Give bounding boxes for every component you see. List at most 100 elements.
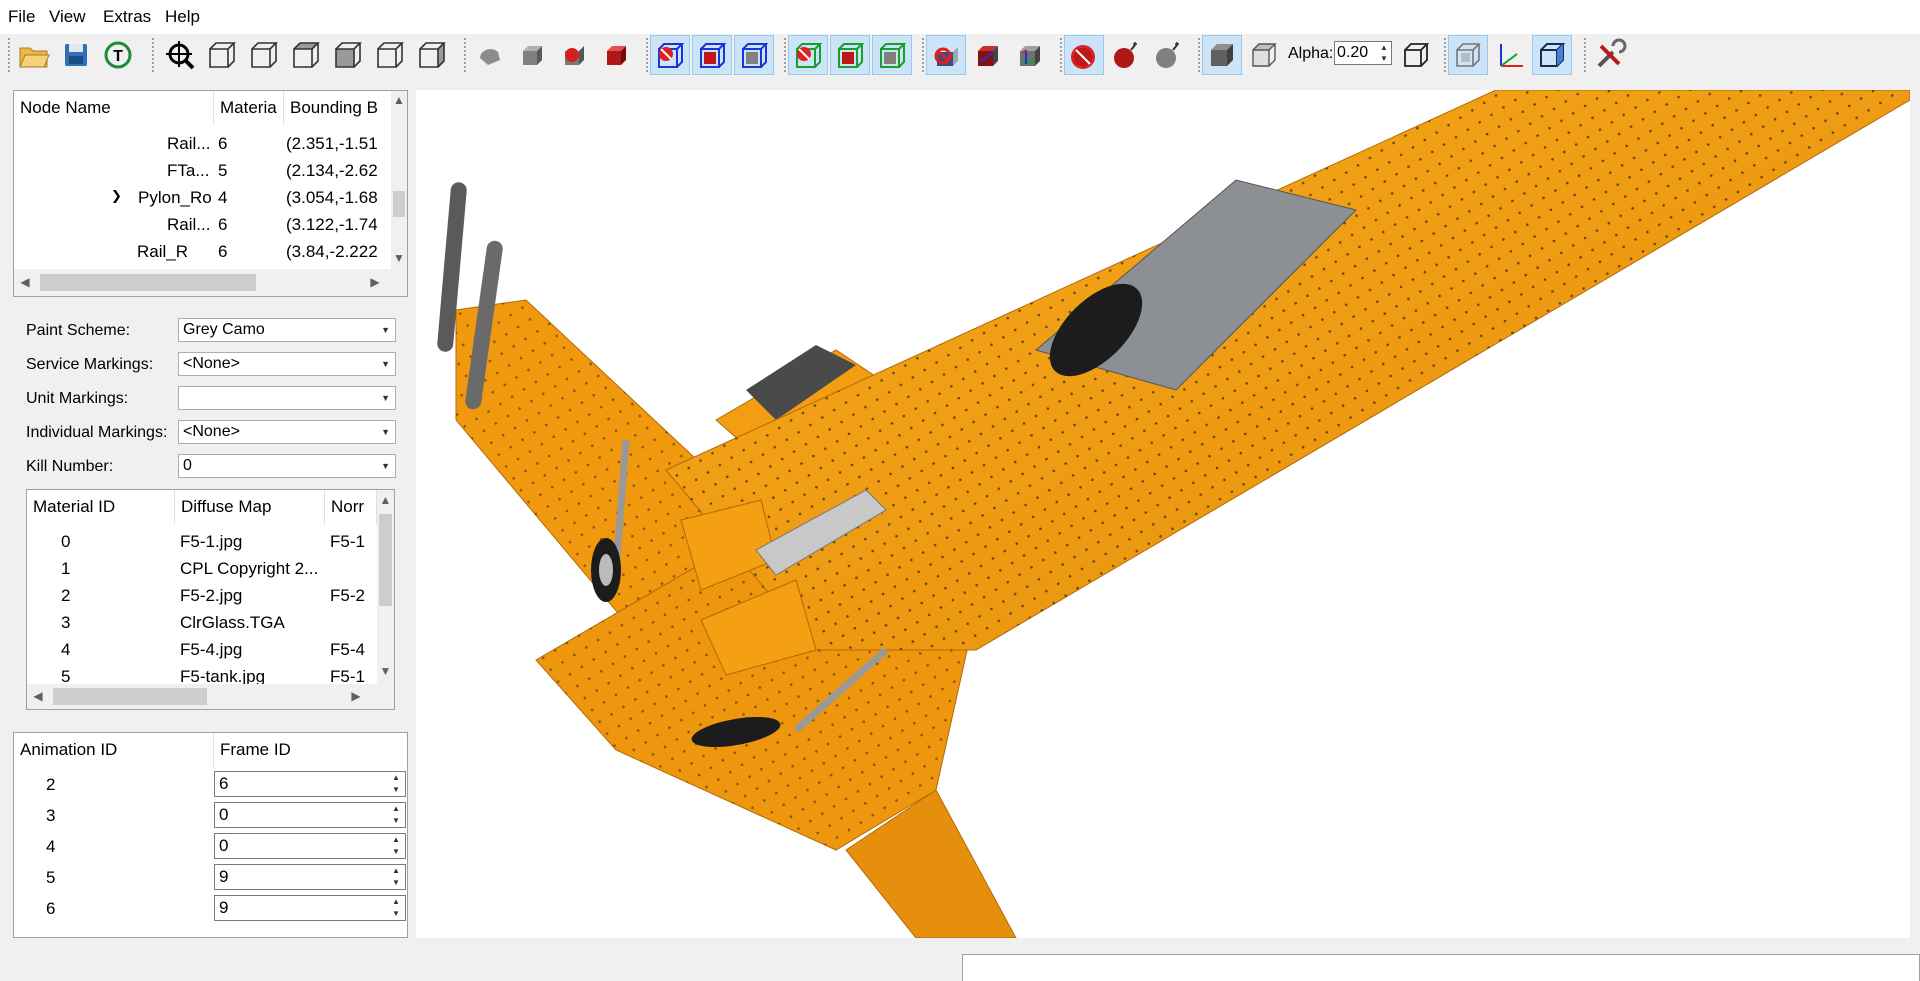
chevron-down-icon[interactable]: ❯	[111, 188, 122, 204]
view-cube-5-icon	[377, 42, 404, 68]
refresh-button[interactable]: T	[98, 35, 138, 75]
column-header-diffuse-map[interactable]: Diffuse Map	[175, 490, 325, 524]
scrollbar-thumb[interactable]	[40, 274, 256, 291]
column-header-node-name[interactable]: Node Name	[14, 91, 214, 125]
axes-button[interactable]	[1490, 35, 1530, 75]
view-top-button[interactable]	[370, 35, 410, 75]
scrollbar-thumb[interactable]	[379, 514, 392, 606]
open-button[interactable]	[14, 35, 54, 75]
spin-down-icon[interactable]: ▼	[387, 815, 405, 827]
solid-cube-button[interactable]	[1202, 35, 1242, 75]
frame-id-value[interactable]: 9	[219, 898, 228, 917]
red-box-button[interactable]	[968, 35, 1008, 75]
individual-markings-select[interactable]: <None> ▼	[178, 420, 396, 444]
node-material-cell: 5	[218, 161, 228, 180]
scroll-left-icon[interactable]: ◀	[18, 275, 32, 289]
box-select-button[interactable]	[1448, 35, 1488, 75]
tools-button[interactable]	[1590, 35, 1630, 75]
frame-id-value[interactable]: 0	[219, 805, 228, 824]
paint-scheme-value: Grey Camo	[183, 321, 265, 338]
unit-markings-select[interactable]: ▼	[178, 386, 396, 410]
view-left-button[interactable]	[286, 35, 326, 75]
view-right-button[interactable]	[328, 35, 368, 75]
scroll-down-icon[interactable]: ▼	[377, 664, 394, 678]
scrollbar-thumb[interactable]	[53, 688, 207, 705]
spin-up-icon[interactable]: ▲	[387, 896, 405, 908]
frame-id-spinbox[interactable]: 6 ▲ ▼	[214, 771, 406, 797]
scroll-right-icon[interactable]: ▶	[368, 275, 382, 289]
bomb-off-icon	[1071, 45, 1095, 69]
blue-cube-grey-button[interactable]	[734, 35, 774, 75]
frame-id-value[interactable]: 0	[219, 836, 228, 855]
menu-help[interactable]: Help	[165, 7, 200, 27]
green-cube-red-button[interactable]	[830, 35, 870, 75]
view-bottom-button[interactable]	[412, 35, 452, 75]
bomb-red-button[interactable]	[1106, 35, 1146, 75]
column-header-normal-map[interactable]: Norr	[325, 490, 377, 524]
scroll-down-icon[interactable]: ▼	[391, 251, 407, 265]
outline-cube-button[interactable]	[1396, 35, 1436, 75]
spin-up-icon[interactable]: ▲	[387, 803, 405, 815]
grey-cube-button[interactable]	[512, 35, 552, 75]
column-header-material[interactable]: Materia	[214, 91, 284, 125]
frame-id-spinbox[interactable]: 9 ▲ ▼	[214, 895, 406, 921]
menu-file[interactable]: File	[8, 7, 35, 27]
3d-viewport[interactable]	[416, 90, 1910, 938]
blue-cube-off-button[interactable]	[650, 35, 690, 75]
kill-number-select[interactable]: 0 ▼	[178, 454, 396, 478]
spin-down-icon[interactable]: ▼	[387, 846, 405, 858]
texture-off-button[interactable]	[926, 35, 966, 75]
service-markings-select[interactable]: <None> ▼	[178, 352, 396, 376]
spin-down-icon[interactable]: ▼	[1377, 53, 1391, 64]
vertical-scrollbar[interactable]: ▲ ▼	[391, 91, 407, 269]
scroll-up-icon[interactable]: ▲	[391, 93, 407, 107]
column-header-animation-id[interactable]: Animation ID	[14, 733, 214, 767]
node-tree[interactable]: Node Name Materia Bounding B Rail... 6 (…	[13, 90, 408, 297]
scroll-up-icon[interactable]: ▲	[377, 493, 394, 507]
red-shape-button[interactable]	[554, 35, 594, 75]
horizontal-scrollbar[interactable]: ◀ ▶	[14, 269, 407, 296]
wire-cube-button[interactable]	[1244, 35, 1284, 75]
alpha-spin-arrows[interactable]: ▲ ▼	[1377, 42, 1391, 64]
spin-down-icon[interactable]: ▼	[387, 877, 405, 889]
spin-up-icon[interactable]: ▲	[1377, 42, 1391, 53]
menu-extras[interactable]: Extras	[103, 7, 151, 27]
spin-up-icon[interactable]: ▲	[387, 834, 405, 846]
materials-table[interactable]: Material ID Diffuse Map Norr 0 F5-1.jpg …	[26, 489, 395, 710]
scroll-left-icon[interactable]: ◀	[31, 689, 45, 703]
alpha-input[interactable]	[1335, 42, 1379, 64]
green-cube-off-button[interactable]	[788, 35, 828, 75]
view-front-button[interactable]	[202, 35, 242, 75]
grey-box-button[interactable]	[1010, 35, 1050, 75]
spin-up-icon[interactable]: ▲	[387, 865, 405, 877]
frame-id-spinbox[interactable]: 0 ▲ ▼	[214, 802, 406, 828]
spin-down-icon[interactable]: ▼	[387, 908, 405, 920]
scroll-right-icon[interactable]: ▶	[349, 689, 363, 703]
save-button[interactable]	[56, 35, 96, 75]
column-header-bounding-box[interactable]: Bounding B	[284, 91, 394, 125]
green-cube-grey-button[interactable]	[872, 35, 912, 75]
frame-id-spinbox[interactable]: 9 ▲ ▼	[214, 864, 406, 890]
view-back-button[interactable]	[244, 35, 284, 75]
bomb-off-button[interactable]	[1064, 35, 1104, 75]
horizontal-scrollbar[interactable]: ◀ ▶	[27, 684, 394, 709]
scrollbar-thumb[interactable]	[393, 191, 405, 217]
grey-shape-button[interactable]	[470, 35, 510, 75]
frame-id-spinbox[interactable]: 0 ▲ ▼	[214, 833, 406, 859]
column-header-material-id[interactable]: Material ID	[27, 490, 175, 524]
blue-cube-red-button[interactable]	[692, 35, 732, 75]
frame-id-value[interactable]: 9	[219, 867, 228, 886]
alpha-spinbox[interactable]: ▲ ▼	[1334, 41, 1392, 65]
blue-cube-button[interactable]	[1532, 35, 1572, 75]
spin-up-icon[interactable]: ▲	[387, 772, 405, 784]
column-header-frame-id[interactable]: Frame ID	[214, 733, 407, 767]
frame-id-value[interactable]: 6	[219, 774, 228, 793]
animations-table[interactable]: Animation ID Frame ID 2 6 ▲ ▼ 3 0 ▲ ▼ 4 0 ▲ ▼ …	[13, 732, 408, 938]
zoom-fit-button[interactable]	[160, 35, 200, 75]
vertical-scrollbar[interactable]: ▲ ▼	[377, 490, 394, 684]
menu-view[interactable]: View	[49, 7, 86, 27]
red-cube-button[interactable]	[596, 35, 636, 75]
spin-down-icon[interactable]: ▼	[387, 784, 405, 796]
bomb-grey-button[interactable]	[1148, 35, 1188, 75]
paint-scheme-select[interactable]: Grey Camo ▼	[178, 318, 396, 342]
